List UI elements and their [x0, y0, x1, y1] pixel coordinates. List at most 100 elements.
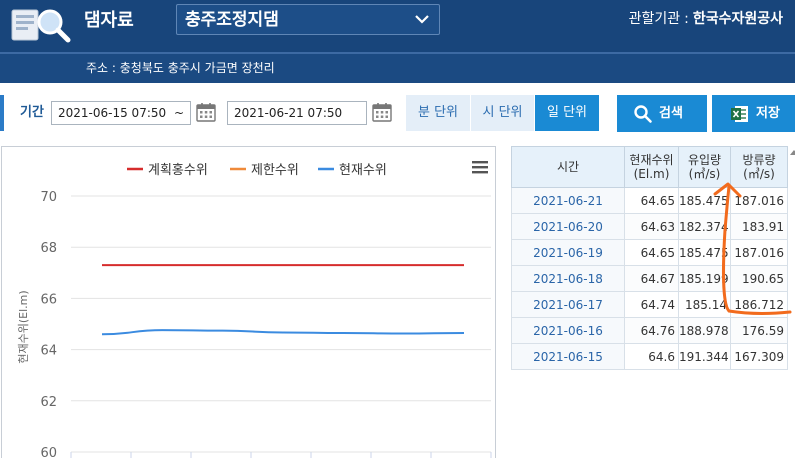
cell-date: 2021-06-17 [511, 291, 625, 318]
table-row[interactable]: 2021-06-21 64.65 185.475 187.016 [511, 187, 788, 214]
col-header-label: 시간 [556, 160, 580, 174]
chart-canvas: 60 62 64 66 68 70 계획홍수위 제한수위 현재수위 현재수위(El.m) [17, 161, 492, 458]
agency-separator: : [684, 11, 689, 27]
cell-outflow: 186.712 [730, 291, 788, 318]
col-header-inflow[interactable]: 유입량 (㎥/s) [678, 146, 731, 188]
col-header-outflow[interactable]: 방류량 (㎥/s) [730, 146, 788, 188]
filter-bar: 기간 2021-06-15 07:50 ~ 2021-06-21 07:50 분… [0, 93, 795, 135]
legend-item[interactable]: 현재수위 [318, 163, 387, 178]
cell-level: 64.65 [624, 187, 679, 214]
cell-date: 2021-06-18 [511, 265, 625, 292]
col-header-label: 방류량 [742, 153, 776, 167]
search-button[interactable]: 검색 [617, 95, 707, 132]
col-header-label: 유입량 [687, 153, 722, 167]
unit-tab-day[interactable]: 일 단위 [535, 95, 599, 131]
col-header-level[interactable]: 현재수위 (El.m) [624, 146, 679, 188]
legend-label: 현재수위 [339, 163, 387, 178]
search-button-label: 검색 [659, 106, 683, 121]
cell-level: 64.6 [624, 343, 679, 370]
cell-level: 64.74 [624, 291, 679, 318]
legend-item[interactable]: 제한수위 [230, 163, 299, 178]
cell-outflow: 167.309 [730, 343, 788, 370]
table-row[interactable]: 2021-06-18 64.67 185.199 190.65 [511, 265, 788, 292]
calendar-icon[interactable] [195, 101, 217, 123]
cell-outflow: 176.59 [730, 317, 788, 344]
y-tick-label: 64 [40, 344, 57, 359]
col-header-unit: (El.m) [633, 167, 670, 181]
data-table-panel: 시간 현재수위 (El.m) 유입량 (㎥/s) 방류량 (㎥/s) 2021-06-… [511, 146, 795, 458]
divider [0, 52, 795, 54]
cell-date: 2021-06-16 [511, 317, 625, 344]
cell-level: 64.65 [624, 239, 679, 266]
app-title: 댐자료 [84, 10, 134, 31]
chart-series [101, 264, 465, 336]
save-button-label: 저장 [756, 106, 780, 121]
start-date-value: 2021-06-15 07:50 [58, 106, 167, 120]
table-row[interactable]: 2021-06-19 64.65 185.475 187.016 [511, 239, 788, 266]
table-row[interactable]: 2021-06-15 64.6 191.344 167.309 [511, 343, 788, 370]
start-date-input[interactable]: 2021-06-15 07:50 ~ [51, 101, 191, 125]
cell-date: 2021-06-15 [511, 343, 625, 370]
cell-outflow: 183.91 [730, 213, 788, 240]
scroll-up-icon[interactable] [790, 150, 795, 155]
agency-name: 한국수자원공사 [692, 11, 783, 27]
agency-info: 관할기관: 한국수자원공사 [629, 9, 783, 29]
dam-select[interactable]: 충주조정지댐 [176, 4, 440, 35]
table-row[interactable]: 2021-06-16 64.76 188.978 176.59 [511, 317, 788, 344]
dam-select-value: 충주조정지댐 [185, 10, 279, 30]
unit-tab-minute[interactable]: 분 단위 [406, 95, 470, 131]
cell-outflow: 187.016 [730, 187, 788, 214]
search-icon [634, 105, 652, 123]
cell-date: 2021-06-20 [511, 213, 625, 240]
y-tick-label: 70 [40, 190, 57, 205]
period-label: 기간 [20, 105, 44, 120]
address-text: 주소 : 충청북도 충주시 가금면 장천리 [86, 61, 275, 75]
end-date-value: 2021-06-21 07:50 [234, 106, 343, 120]
legend-label: 제한수위 [251, 163, 299, 178]
water-level-chart: 60 62 64 66 68 70 계획홍수위 제한수위 현재수위 현재수위(El.m) [1, 146, 496, 458]
cell-outflow: 190.65 [730, 265, 788, 292]
table-body: 2021-06-21 64.65 185.475 187.016 2021-06-20 6… [511, 187, 788, 370]
cell-level: 64.67 [624, 265, 679, 292]
hamburger-menu-icon[interactable] [472, 161, 488, 174]
y-tick-label: 68 [40, 241, 57, 256]
cell-inflow: 182.374 [678, 213, 731, 240]
filter-accent-bar [0, 95, 4, 131]
col-header-time[interactable]: 시간 [511, 146, 625, 188]
cell-date: 2021-06-21 [511, 187, 625, 214]
save-excel-button[interactable]: 저장 [712, 95, 795, 132]
chart-legend: 계획홍수위 제한수위 현재수위 [127, 163, 387, 178]
chart-grid [70, 195, 492, 458]
y-tick-label: 60 [40, 446, 57, 458]
cell-level: 64.63 [624, 213, 679, 240]
cell-outflow: 187.016 [730, 239, 788, 266]
cell-date: 2021-06-19 [511, 239, 625, 266]
unit-tab-hour[interactable]: 시 단위 [470, 95, 534, 131]
table-row[interactable]: 2021-06-17 64.74 185.14 186.712 [511, 291, 788, 318]
range-tilde: ~ [173, 106, 184, 120]
col-header-unit: (㎥/s) [688, 167, 721, 181]
table-row[interactable]: 2021-06-20 64.63 182.374 183.91 [511, 213, 788, 240]
cell-inflow: 185.199 [678, 265, 731, 292]
legend-item[interactable]: 계획홍수위 [127, 163, 208, 178]
col-header-unit: (㎥/s) [743, 167, 775, 181]
series-line-current-level [101, 329, 465, 336]
cell-inflow: 185.475 [678, 239, 731, 266]
y-tick-label: 66 [40, 292, 57, 307]
excel-icon [731, 106, 748, 122]
y-axis-ticks: 60 62 64 66 68 70 [40, 190, 57, 458]
calendar-icon[interactable] [371, 101, 393, 123]
dam-logo-icon [11, 9, 71, 43]
agency-label: 관할기관 [628, 11, 681, 27]
end-date-input[interactable]: 2021-06-21 07:50 [227, 101, 367, 125]
chevron-down-icon [415, 15, 429, 24]
y-axis-label: 현재수위(El.m) [17, 290, 30, 363]
cell-inflow: 188.978 [678, 317, 731, 344]
legend-label: 계획홍수위 [148, 163, 208, 178]
cell-inflow: 191.344 [678, 343, 731, 370]
table-header-row: 시간 현재수위 (El.m) 유입량 (㎥/s) 방류량 (㎥/s) [511, 146, 788, 188]
top-header: 댐자료 충주조정지댐 관할기관: 한국수자원공사 [0, 0, 795, 52]
cell-level: 64.76 [624, 317, 679, 344]
col-header-label: 현재수위 [629, 153, 674, 167]
address-bar: 주소 : 충청북도 충주시 가금면 장천리 [0, 52, 795, 83]
